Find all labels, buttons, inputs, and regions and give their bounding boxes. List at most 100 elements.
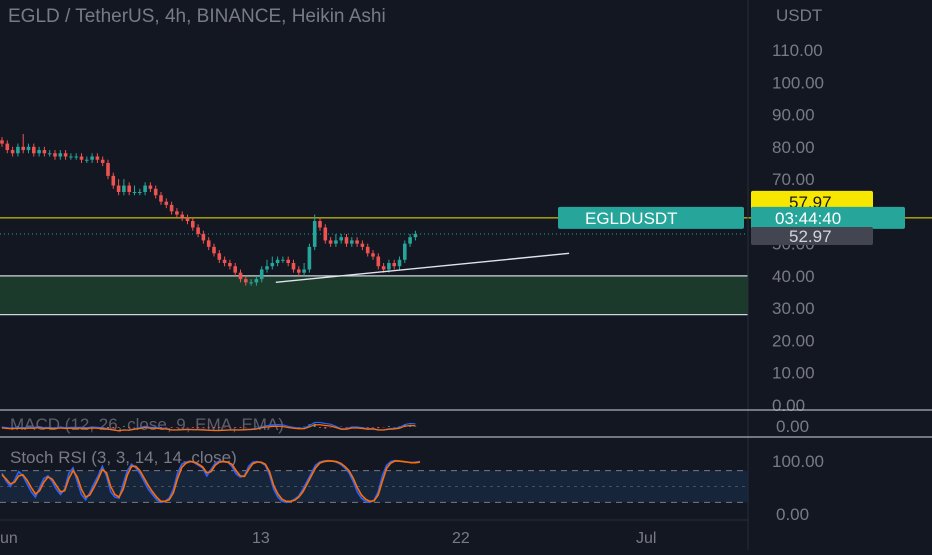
macd-value: 0.00 (776, 417, 809, 436)
candle-body (233, 266, 237, 273)
candle-body (26, 146, 31, 151)
price-axis-tick: 10.00 (772, 364, 815, 383)
price-axis-tick: 0.00 (772, 396, 805, 415)
candle-body (122, 185, 126, 192)
candle-body (365, 246, 370, 254)
candle-body (10, 150, 15, 154)
candle-body (302, 269, 306, 273)
candle-body (259, 269, 264, 280)
candle-body (111, 175, 116, 186)
candle-body (58, 153, 63, 157)
candle-body (217, 253, 222, 260)
candle-body (228, 263, 232, 267)
candle-body (95, 156, 100, 160)
candle-body (360, 243, 365, 247)
price-axis-currency: USDT (776, 6, 822, 25)
candle-body (318, 221, 322, 228)
candle-body (339, 237, 343, 241)
candle-body (185, 217, 190, 222)
candle-body (408, 237, 412, 244)
stoch-tick-100: 100.00 (772, 452, 824, 471)
candle-body (403, 243, 407, 260)
candle-body (21, 146, 25, 151)
candle-body (249, 282, 253, 284)
candle-body (180, 214, 184, 218)
candle-body (392, 263, 396, 267)
trading-chart[interactable]: EGLD / TetherUS, 4h, BINANCE, Heikin Ash… (0, 0, 932, 550)
chart-title: EGLD / TetherUS, 4h, BINANCE, Heikin Ash… (8, 6, 386, 27)
candle-body (312, 221, 317, 247)
candle-body (328, 240, 333, 244)
candle-body (212, 246, 216, 254)
candle-body (334, 240, 338, 244)
candle-body (281, 259, 285, 261)
candle-body (191, 221, 195, 228)
candle-body (355, 240, 359, 244)
candle-body (153, 188, 158, 196)
candle-body (413, 233, 418, 238)
candle-body (37, 150, 41, 154)
time-axis-tick: Jul (636, 530, 656, 547)
candle-body (53, 153, 57, 157)
candle-body (387, 263, 391, 270)
candle-body (116, 185, 121, 192)
candle-body (344, 237, 349, 244)
candle-body (286, 259, 290, 263)
candle-body (5, 143, 10, 151)
candle-body (196, 227, 200, 234)
candle-body (127, 185, 131, 192)
candle-body (397, 259, 402, 267)
candle-body (350, 240, 354, 244)
candle-body (74, 156, 78, 158)
candle-body (254, 279, 259, 283)
countdown-label: 03:44:40 (775, 209, 841, 228)
candle-body (323, 227, 328, 241)
price-axis-tick: 40.00 (772, 267, 815, 286)
candle-body (381, 266, 386, 270)
support-zone (0, 275, 748, 315)
candle-body (143, 185, 147, 192)
candle-body (376, 256, 381, 267)
price-axis-tick: 30.00 (772, 299, 815, 318)
price-axis-tick: 80.00 (772, 138, 815, 157)
candle-body (297, 269, 301, 273)
candle-body (32, 146, 36, 154)
time-axis-tick: 13 (252, 530, 270, 547)
candle-body (100, 159, 105, 163)
candle-body (307, 246, 312, 270)
candle-body (69, 156, 73, 158)
last-price-label: 52.97 (789, 227, 832, 246)
candle-body (275, 259, 280, 263)
candle-body (47, 153, 52, 155)
candle-body (270, 263, 275, 267)
candle-body (132, 192, 137, 193)
candle-body (222, 259, 227, 263)
stoch-tick-0: 0.00 (776, 505, 809, 524)
time-axis-tick: Jun (0, 530, 18, 547)
candle-body (0, 140, 4, 144)
candle-body (79, 156, 84, 160)
candle-body (148, 185, 153, 189)
chart-canvas[interactable]: EGLD / TetherUS, 4h, BINANCE, Heikin Ash… (0, 0, 932, 550)
candle-body (138, 192, 142, 193)
price-axis-tick: 20.00 (772, 331, 815, 350)
price-axis-tick: 100.00 (772, 73, 824, 92)
price-axis-tick: 70.00 (772, 170, 815, 189)
candle-body (159, 195, 163, 202)
symbol-label: EGLDUSDT (585, 209, 678, 228)
candle-body (265, 266, 269, 270)
stoch-title: Stoch RSI (3, 3, 14, 14, close) (10, 448, 237, 467)
price-axis-tick: 110.00 (772, 41, 823, 60)
candle-body (238, 272, 243, 280)
macd-title: MACD (12, 26, close, 9, EMA, EMA) (10, 415, 284, 434)
candle-body (164, 201, 169, 205)
candle-body (106, 162, 110, 176)
candle-body (175, 211, 179, 215)
candle-body (201, 233, 206, 241)
candle-body (291, 263, 296, 270)
candle-body (90, 156, 94, 160)
candle-body (244, 279, 248, 283)
time-axis-tick: 22 (452, 530, 470, 547)
candle-body (63, 153, 68, 157)
candle-body (206, 240, 211, 247)
